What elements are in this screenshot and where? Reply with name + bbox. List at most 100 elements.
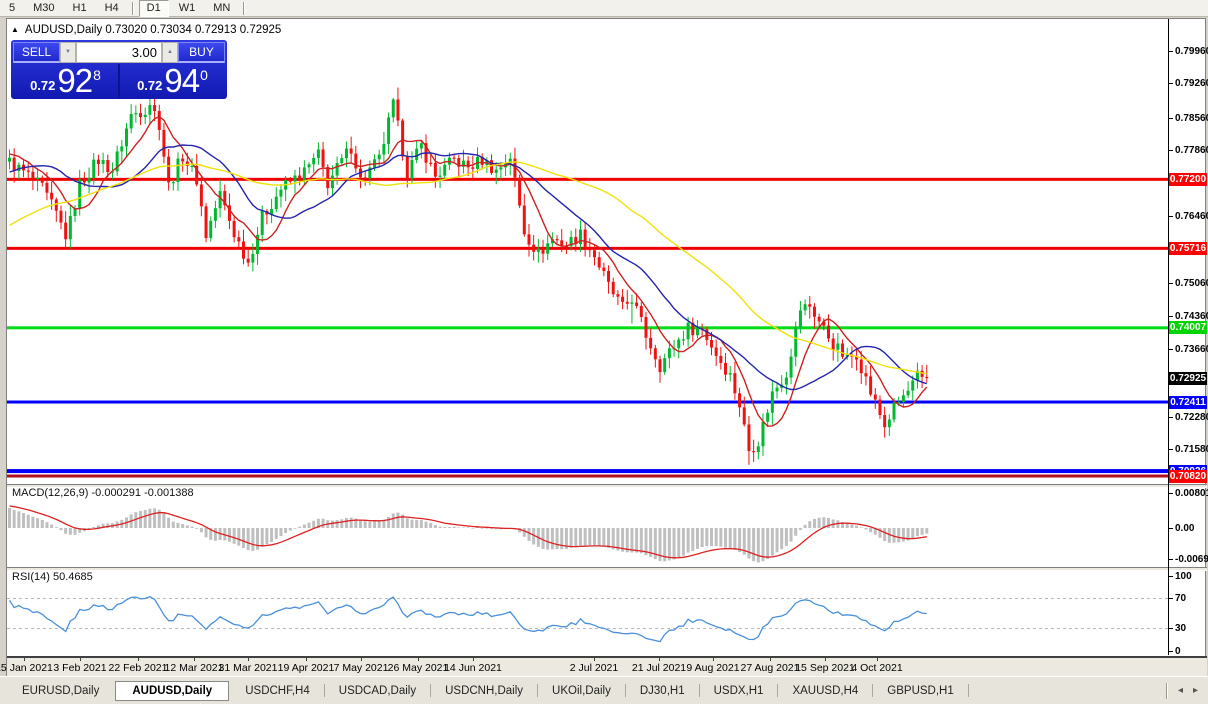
price-tick-label: 0.79960 <box>1175 45 1208 57</box>
macd-histogram-bar <box>901 528 905 542</box>
macd-histogram-bar <box>710 528 713 546</box>
sell-price-display[interactable]: 0.72 92 8 <box>13 64 118 98</box>
axis-tick-mark <box>1169 216 1173 218</box>
timeframe-button-h1[interactable]: H1 <box>65 0 95 17</box>
bear-candle <box>522 205 526 235</box>
moving-average-line <box>9 144 927 391</box>
timeframe-button-m30[interactable]: M30 <box>25 0 62 17</box>
timeframe-button-m5[interactable]: 5 <box>1 0 23 17</box>
moving-average-line <box>9 161 927 375</box>
bull-candle <box>798 310 802 327</box>
macd-values: -0.000291 -0.001388 <box>91 487 194 499</box>
bear-candle <box>817 316 821 322</box>
sell-button[interactable]: SELL <box>13 42 60 63</box>
buy-button[interactable]: BUY <box>178 42 225 63</box>
macd-histogram-bar <box>733 528 737 550</box>
pane-divider[interactable] <box>7 567 1207 571</box>
volume-decrease-icon[interactable]: ▼ <box>60 42 76 63</box>
volume-increase-icon[interactable]: ▲ <box>162 42 178 63</box>
price-tick-label: 0.71580 <box>1175 444 1208 456</box>
tab-eurusd-daily[interactable]: EURUSD,Daily <box>8 682 113 700</box>
tab-scroll-right-icon[interactable]: ▸ <box>1193 685 1198 696</box>
horizontal-level-line <box>7 474 1168 478</box>
bear-candle <box>747 424 751 452</box>
axis-tick-mark <box>1169 315 1173 317</box>
macd-histogram-bar <box>817 517 821 528</box>
bear-candle <box>246 258 250 263</box>
macd-histogram-bar <box>780 528 784 550</box>
timeframe-button-mn[interactable]: MN <box>205 0 238 17</box>
macd-histogram-bar <box>438 526 442 528</box>
collapse-triangle-icon[interactable]: ▲ <box>11 25 19 34</box>
macd-histogram-bar <box>227 528 231 542</box>
tab-usdcad-daily[interactable]: USDCAD,Daily <box>325 682 430 700</box>
macd-histogram-bar <box>373 521 377 528</box>
tab-audusd-daily[interactable]: AUDUSD,Daily <box>115 680 230 701</box>
macd-histogram-bar <box>59 528 63 531</box>
bull-candle <box>307 164 311 168</box>
macd-histogram-bar <box>251 528 255 551</box>
bear-candle <box>96 159 100 165</box>
macd-histogram-bar <box>36 518 40 528</box>
macd-histogram-bar <box>284 528 288 533</box>
macd-histogram-bar <box>738 528 742 552</box>
macd-histogram-bar <box>349 517 353 528</box>
bear-candle <box>738 393 742 408</box>
tab-usdchf-h4[interactable]: USDCHF,H4 <box>231 682 324 700</box>
bull-candle <box>330 175 334 189</box>
bear-candle <box>658 359 662 373</box>
bear-candle <box>742 407 746 425</box>
axis-tick-mark <box>1169 349 1173 351</box>
bear-candle <box>597 257 601 268</box>
price-tick-label: 0.75060 <box>1175 278 1208 290</box>
price-tick-label: 0.78560 <box>1175 112 1208 124</box>
sell-price-prefix: 0.72 <box>30 78 56 93</box>
bull-candle <box>667 348 671 359</box>
bull-candle <box>906 390 910 396</box>
timeframe-button-d1[interactable]: D1 <box>138 0 169 17</box>
macd-histogram-bar <box>747 528 751 559</box>
rsi-axis-label: 100 <box>1175 570 1192 582</box>
bear-candle <box>59 210 63 223</box>
bear-candle <box>162 129 166 157</box>
macd-histogram-bar <box>396 512 400 528</box>
tab-gbpusd-h1[interactable]: GBPUSD,H1 <box>873 682 967 700</box>
rsi-canvas[interactable] <box>7 573 1168 653</box>
tab-separator <box>967 684 969 697</box>
macd-histogram-bar <box>232 528 236 544</box>
macd-histogram-bar <box>274 528 278 540</box>
tab-scroll-left-icon[interactable]: ◂ <box>1178 685 1183 696</box>
tab-usdcnh-daily[interactable]: USDCNH,Daily <box>431 682 537 700</box>
macd-canvas[interactable] <box>7 488 1168 567</box>
macd-histogram-bar <box>153 508 157 528</box>
axis-tick-mark <box>1169 628 1173 629</box>
bull-candle <box>803 304 807 311</box>
axis-tick-mark <box>1169 283 1173 285</box>
bull-candle <box>784 377 788 385</box>
date-tick-mark <box>24 658 25 661</box>
tab-ukoil-daily[interactable]: UKOil,Daily <box>538 682 625 700</box>
macd-histogram-bar <box>541 528 545 549</box>
tab-xauusd-h4[interactable]: XAUUSD,H4 <box>778 682 872 700</box>
date-tick-mark <box>659 658 660 661</box>
macd-histogram-bar <box>167 517 171 528</box>
volume-input[interactable]: 3.00 <box>76 42 162 63</box>
timeframe-button-w1[interactable]: W1 <box>171 0 204 17</box>
bear-candle <box>326 166 330 189</box>
bull-candle <box>911 380 915 391</box>
macd-histogram-bar <box>471 528 475 529</box>
price-chart-canvas[interactable] <box>7 37 1168 484</box>
tab-usdx-h1[interactable]: USDX,H1 <box>700 682 778 700</box>
macd-histogram-bar <box>466 527 470 528</box>
macd-histogram-bar <box>429 522 433 528</box>
tab-dj30-h1[interactable]: DJ30,H1 <box>626 682 699 700</box>
buy-price-big: 94 <box>164 62 200 99</box>
bear-candle <box>433 162 437 177</box>
bull-candle <box>279 189 283 197</box>
bear-candle <box>401 120 405 157</box>
bear-candle <box>611 281 615 295</box>
horizontal-level-line <box>7 326 1168 330</box>
macd-histogram-bar <box>883 528 887 541</box>
timeframe-button-h4[interactable]: H4 <box>97 0 127 17</box>
buy-price-display[interactable]: 0.72 94 0 <box>120 64 225 98</box>
